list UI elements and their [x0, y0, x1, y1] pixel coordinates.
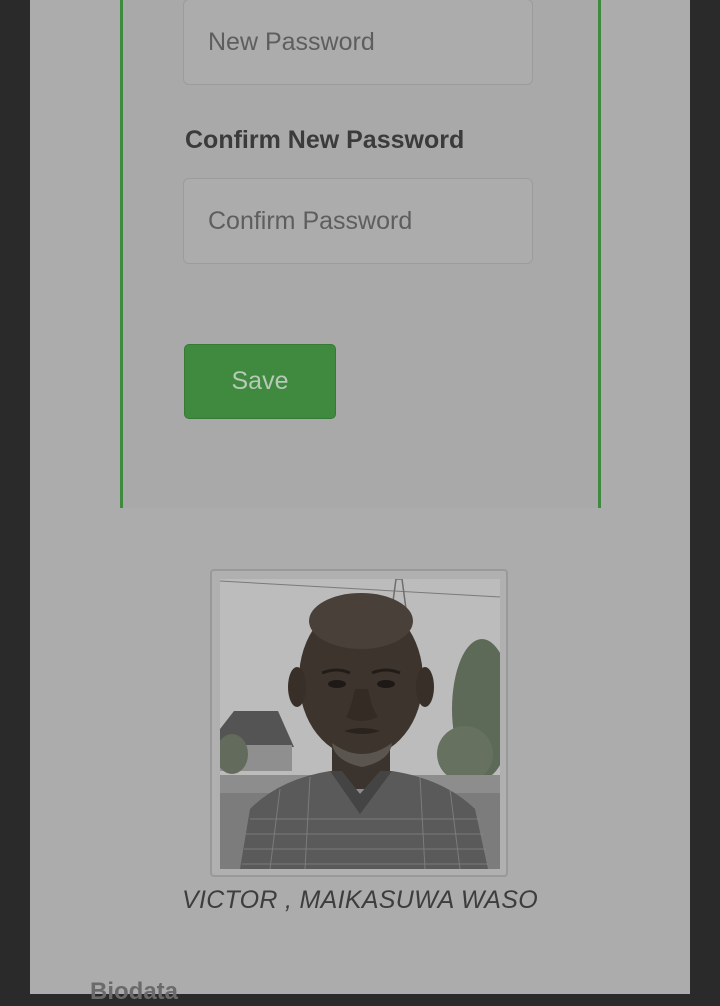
- confirm-password-field[interactable]: [183, 178, 533, 264]
- new-password-field[interactable]: [183, 0, 533, 85]
- save-button[interactable]: Save: [184, 344, 336, 419]
- device-frame-edge: [690, 0, 720, 994]
- avatar: [220, 579, 500, 869]
- profile-page: Confirm New Password Save VICTOR , MAIKA…: [30, 0, 690, 1005]
- profile-photo: [220, 579, 500, 869]
- profile-name: VICTOR , MAIKASUWA WASO: [181, 886, 539, 914]
- change-password-card: Confirm New Password Save: [120, 0, 601, 508]
- confirm-password-label: Confirm New Password: [185, 126, 465, 154]
- biodata-heading: Biodata: [90, 978, 179, 1005]
- profile-photo-frame: [210, 569, 508, 877]
